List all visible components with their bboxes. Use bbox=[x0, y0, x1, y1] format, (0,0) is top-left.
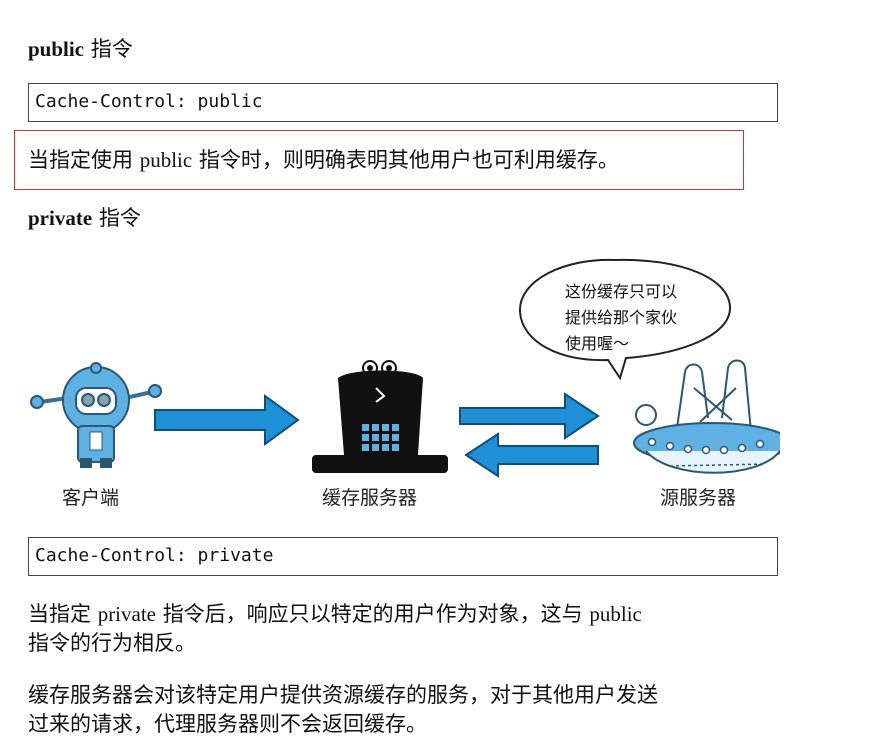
cache-illustration: 这份缓存只可以 提供给那个家伙 使用喔～ 客户端 缓存服务器 源服务器 bbox=[20, 250, 791, 525]
private-description-line-1: 当指定 private 指令后，响应只以特定的用户作为对象，这与 public bbox=[28, 600, 642, 629]
cache-server-label: 缓存服务器 bbox=[322, 487, 418, 509]
code-block-private: Cache-Control: private bbox=[28, 537, 778, 576]
arrow-left-icon bbox=[464, 432, 599, 478]
client-label: 客户端 bbox=[62, 487, 120, 509]
public-heading: public 指令 bbox=[28, 33, 133, 63]
private-keyword: private bbox=[28, 206, 93, 230]
private-description-line-2: 指令的行为相反。 bbox=[28, 631, 196, 655]
private-desc-public-keyword: public bbox=[589, 602, 642, 626]
origin-server-label: 源服务器 bbox=[660, 487, 737, 509]
bubble-line-2: 提供给那个家伙 bbox=[565, 308, 678, 327]
ufo-origin-server-icon bbox=[633, 359, 791, 474]
public-heading-suffix: 指令 bbox=[90, 37, 133, 61]
private-cache-line-2: 过来的请求，代理服务器则不会返回缓存。 bbox=[28, 712, 427, 736]
public-desc-part1: 当指定使用 bbox=[28, 148, 133, 172]
code-text-private: Cache-Control: private bbox=[35, 545, 274, 566]
public-description: 当指定使用 public 指令时，则明确表明其他用户也可利用缓存。 bbox=[28, 146, 619, 175]
private-desc-keyword: private bbox=[97, 602, 156, 626]
arrow-right-icon bbox=[154, 394, 300, 446]
arrow-right-icon bbox=[459, 392, 600, 440]
public-desc-keyword: public bbox=[139, 148, 193, 172]
bubble-line-1: 这份缓存只可以 bbox=[565, 282, 678, 301]
private-cache-line-1: 缓存服务器会对该特定用户提供资源缓存的服务，对于其他用户发送 bbox=[28, 683, 658, 707]
private-desc-part2: 指令后，响应只以特定的用户作为对象，这与 bbox=[162, 602, 583, 626]
bubble-line-3: 使用喔～ bbox=[565, 334, 630, 353]
private-heading-suffix: 指令 bbox=[98, 206, 141, 230]
code-text-public: Cache-Control: public bbox=[35, 91, 263, 112]
private-heading: private 指令 bbox=[28, 202, 141, 232]
code-block-public: Cache-Control: public bbox=[28, 83, 778, 122]
top-hat-cache-server-icon bbox=[312, 360, 448, 473]
private-desc-part1: 当指定 bbox=[28, 602, 91, 626]
public-keyword: public bbox=[28, 37, 85, 61]
robot-client-icon bbox=[30, 362, 162, 468]
public-desc-part2: 指令时，则明确表明其他用户也可利用缓存。 bbox=[198, 148, 619, 172]
